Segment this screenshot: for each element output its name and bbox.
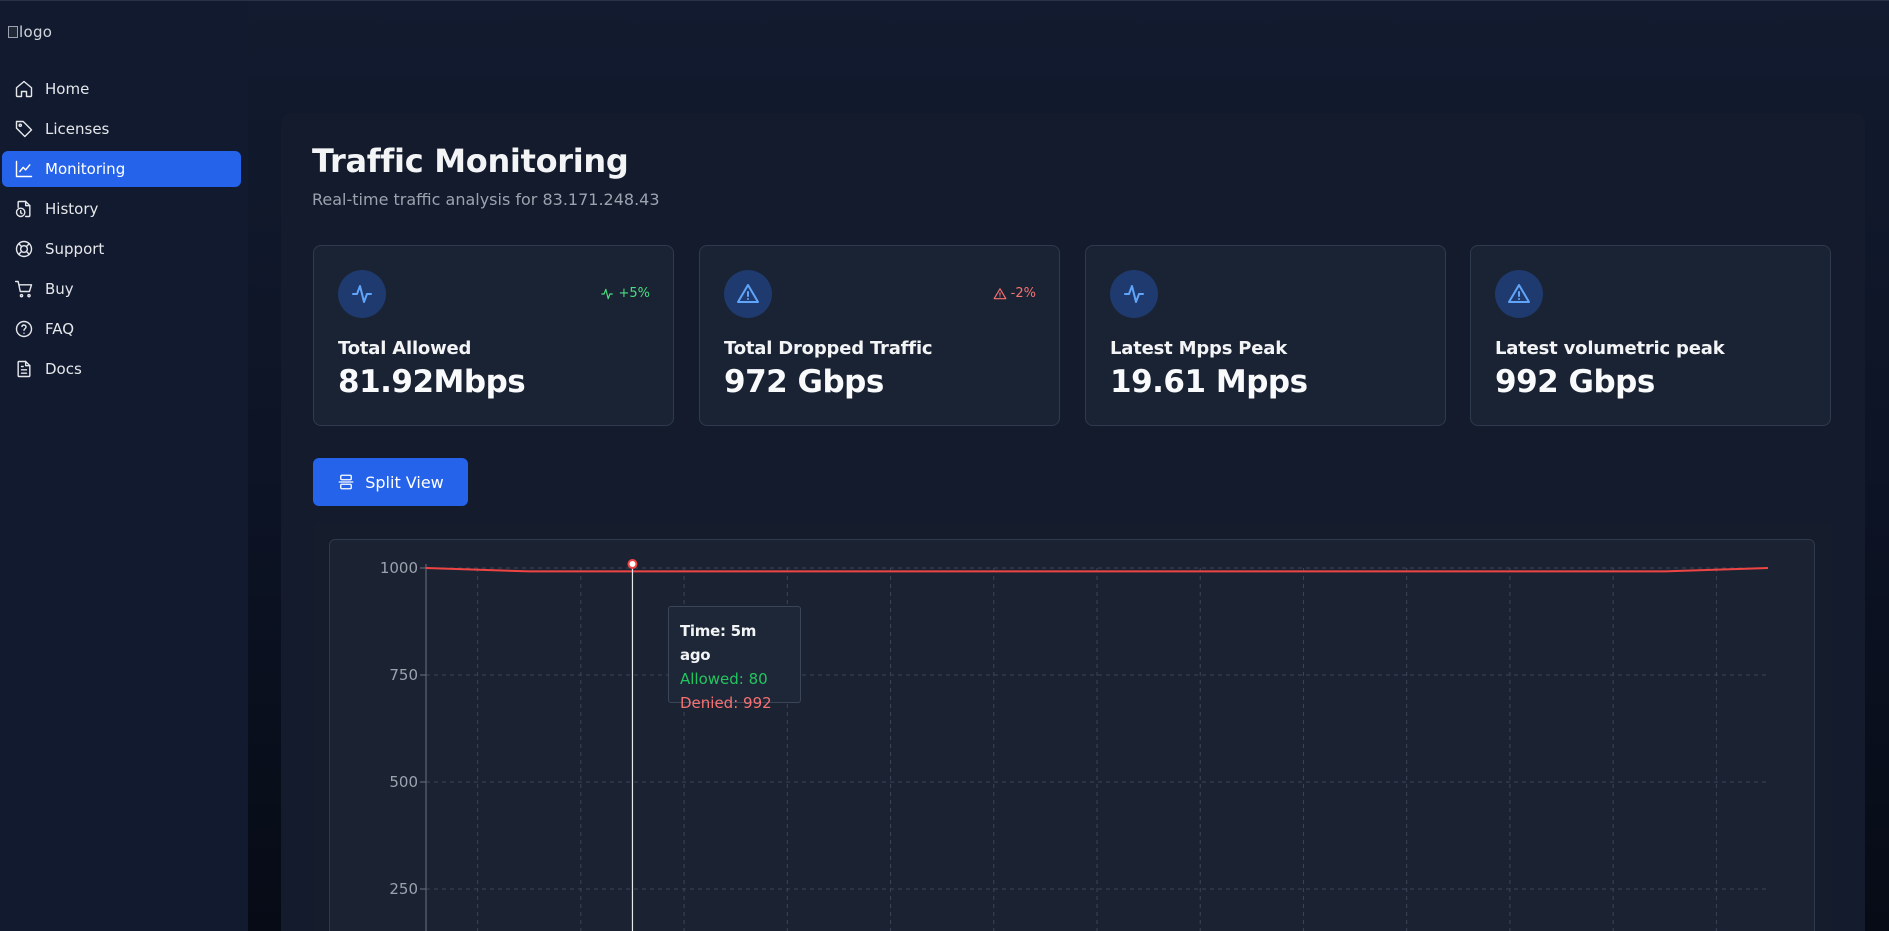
stat-value: 81.92Mbps [338,364,526,400]
stat-card-mpps-peak: Latest Mpps Peak 19.61 Mpps [1085,245,1446,426]
sidebar-item-monitoring[interactable]: Monitoring [2,151,241,187]
stat-label: Latest Mpps Peak [1110,338,1287,359]
trend-activity-icon [601,288,614,299]
stat-label: Latest volumetric peak [1495,338,1725,359]
split-view-label: Split View [365,472,444,492]
document-icon [13,358,35,380]
stat-value: 992 Gbps [1495,364,1655,400]
split-view-button[interactable]: Split View [313,458,468,506]
stat-card-total-allowed: +5% Total Allowed 81.92Mbps [313,245,674,426]
line-chart-icon [13,158,35,180]
alert-triangle-icon [724,270,772,318]
split-view-icon [338,474,354,490]
sidebar-item-buy[interactable]: Buy [2,271,241,307]
stat-label: Total Dropped Traffic [724,338,933,359]
logo-alt-text: logo [19,23,53,41]
tag-icon [13,118,35,140]
help-circle-icon [13,318,35,340]
sidebar-item-label: FAQ [45,320,75,338]
sidebar-item-home[interactable]: Home [2,71,241,107]
sidebar-item-docs[interactable]: Docs [2,351,241,387]
home-icon [13,78,35,100]
sidebar-item-label: Support [45,240,105,258]
badge-text: +5% [618,286,650,301]
stat-value: 19.61 Mpps [1110,364,1308,400]
page-subtitle: Real-time traffic analysis for 83.171.24… [312,190,660,209]
history-file-icon [13,198,35,220]
chart-area[interactable] [329,539,1815,931]
sidebar-item-label: Monitoring [45,160,126,178]
tooltip-time: Time: 5m ago [680,622,757,664]
activity-icon [338,270,386,318]
broken-image-icon [8,26,18,38]
stat-value: 972 Gbps [724,364,884,400]
sidebar-item-label: Buy [45,280,74,298]
cart-icon [13,278,35,300]
stat-card-total-dropped: -2% Total Dropped Traffic 972 Gbps [699,245,1060,426]
sidebar-item-faq[interactable]: FAQ [2,311,241,347]
page-title: Traffic Monitoring [312,142,629,180]
alert-triangle-icon [1495,270,1543,318]
sidebar-item-label: Home [45,80,90,98]
trend-alert-icon [993,287,1007,299]
stat-label: Total Allowed [338,338,472,359]
logo[interactable]: logo [8,23,52,41]
activity-icon [1110,270,1158,318]
sidebar: logo Home Licenses Monitoring History Su… [0,1,248,931]
sidebar-item-history[interactable]: History [2,191,241,227]
trend-badge-down: -2% [993,286,1036,301]
badge-text: -2% [1010,286,1036,301]
sidebar-item-label: Docs [45,360,82,378]
sidebar-item-label: History [45,200,99,218]
lifebuoy-icon [13,238,35,260]
trend-badge-up: +5% [600,286,650,301]
tooltip-allowed: Allowed: 80 [680,670,768,688]
tooltip-denied: Denied: 992 [680,694,772,712]
sidebar-item-label: Licenses [45,120,110,138]
stat-card-volumetric-peak: Latest volumetric peak 992 Gbps [1470,245,1831,426]
chart-tooltip: Time: 5m ago Allowed: 80 Denied: 992 [668,606,801,712]
sidebar-item-support[interactable]: Support [2,231,241,267]
sidebar-item-licenses[interactable]: Licenses [2,111,241,147]
